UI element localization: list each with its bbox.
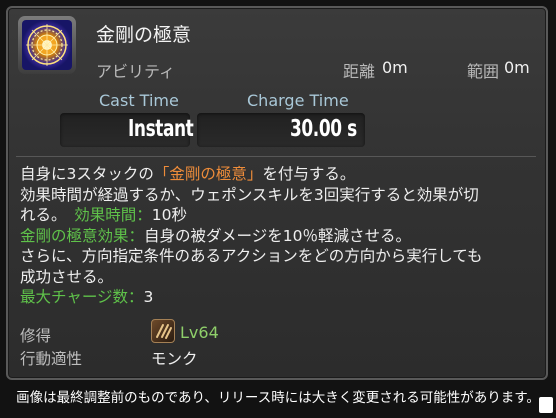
max-charges-label: 最大チャージ数：: [20, 288, 144, 306]
radius-label: 範囲: [467, 62, 500, 81]
description-text: 自身に3スタックの: [20, 165, 154, 183]
disclaimer-note: 画像は最終調整前のものであり、リリース時には大きく変更される可能性があります。: [16, 390, 540, 406]
site-logo-icon: [539, 397, 553, 413]
description-line: 成功させる。: [20, 267, 114, 286]
skill-name: 金剛の極意: [96, 24, 192, 46]
description-line: 最大チャージ数：3: [20, 287, 540, 308]
description-line: 自身に3スタックの「金剛の極意」を付与する。: [20, 164, 540, 185]
monk-class-icon: [151, 319, 175, 343]
duration-value: 10秒: [151, 206, 188, 224]
effect-text: 自身の被ダメージを10％軽減させる。: [144, 226, 411, 245]
skill-type: アビリティ: [96, 62, 176, 81]
description-text: れる。: [20, 206, 59, 224]
status-highlight: 「金剛の極意」: [153, 165, 263, 183]
golden-mandala-icon: [18, 16, 76, 74]
duration-label: 効果時間：: [74, 206, 152, 224]
range-label: 距離: [343, 62, 376, 81]
acquisition-level: Lv64: [180, 323, 219, 342]
cast-time-value: Instant: [128, 116, 194, 142]
skill-description: 自身に3スタックの「金剛の極意」を付与する。 効果時間が経過するか、ウェポンスキ…: [20, 164, 540, 308]
charge-time-label: Charge Time: [247, 91, 349, 110]
cast-time-label: Cast Time: [99, 91, 179, 110]
description-line: 金剛の極意効果：自身の被ダメージを10％軽減させる。: [20, 226, 540, 247]
description-line: 効果時間が経過するか、ウェポンスキルを3回実行すると効果が切: [20, 185, 479, 204]
description-line: れる。 効果時間：10秒: [20, 205, 540, 226]
description-line: さらに、方向指定条件のあるアクションをどの方向から実行しても: [20, 247, 483, 265]
radius-value: 0m: [504, 58, 530, 77]
description-text: を付与する。: [262, 165, 356, 183]
range-value: 0m: [382, 58, 408, 77]
divider: [16, 156, 536, 157]
max-charges-value: 3: [143, 288, 154, 306]
affinity-label: 行動適性: [20, 350, 83, 368]
charge-time-value: 30.00 s: [290, 116, 357, 142]
acquisition-label: 修得: [20, 327, 52, 345]
effect-label: 金剛の極意効果：: [20, 226, 145, 245]
affinity-value: モンク: [151, 350, 198, 368]
